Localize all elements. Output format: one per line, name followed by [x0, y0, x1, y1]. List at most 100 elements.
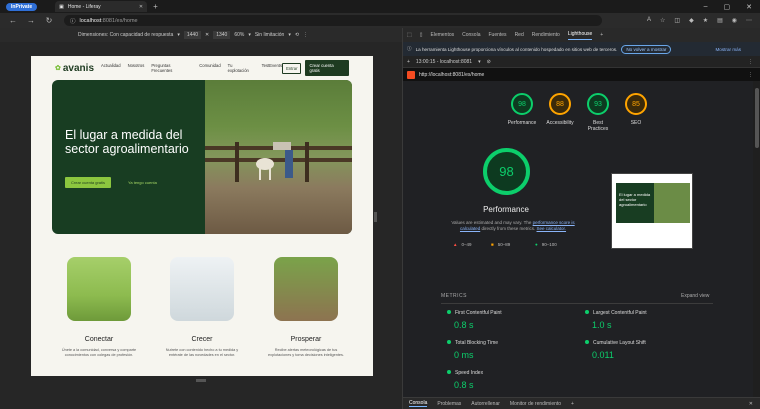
width-input[interactable]: 1440 [183, 31, 201, 39]
legend-average: ■ 50–89 [491, 242, 511, 247]
new-tab-icon[interactable]: + [153, 2, 158, 11]
metric-tbt: Total Blocking Time 0 ms [447, 340, 498, 360]
read-aloud-icon[interactable]: A [647, 17, 651, 24]
rotate-icon[interactable]: ⟲ [295, 32, 299, 38]
favorites-bar-icon[interactable]: ★ [703, 17, 708, 24]
lh-more-icon[interactable]: ⋮ [748, 59, 753, 65]
zoom-select[interactable]: 60% [234, 32, 244, 38]
drawer-tab-console[interactable]: Consola [409, 400, 428, 407]
tab-performance[interactable]: Rendimiento [532, 32, 560, 38]
menu-item-nosotros[interactable]: Nosotros [128, 63, 145, 73]
report-menu-icon[interactable]: ⋮ [748, 72, 753, 78]
feature-crecer: Crecer Nutrete con contenido hecho a tu … [162, 257, 242, 358]
info-icon[interactable]: ⓘ [70, 17, 76, 25]
forward-icon[interactable]: → [26, 16, 36, 25]
emulated-page: ✿ avanis Actualidad Nosotros Preguntas Fr… [31, 56, 373, 376]
feature-title: Conectar [84, 336, 114, 343]
hero-login-link[interactable]: Ya tengo cuenta [128, 180, 157, 185]
drawer-tab-autofill[interactable]: Autorrellenar [471, 401, 500, 407]
divider [441, 303, 713, 304]
leaf-icon: ✿ [55, 65, 61, 72]
menu-item-actualidad[interactable]: Actualidad [101, 63, 121, 73]
favorite-icon[interactable]: ☆ [660, 17, 665, 24]
browser-title-bar: InPrivate ▣ Home - Liferay ✕ + – ▢ ✕ [0, 0, 760, 13]
feature-conectar: Conectar Únete a la comunidad, conversa … [59, 257, 139, 358]
close-window-icon[interactable]: ✕ [746, 3, 752, 11]
menu-item-testevents[interactable]: TestEvents [262, 63, 282, 73]
device-more-icon[interactable]: ⋮ [303, 32, 308, 38]
menu-item-faq[interactable]: Preguntas Frecuentes [151, 63, 192, 73]
page-screenshot-thumbnail[interactable]: El lugar a medida del sector agroaliment… [611, 173, 693, 249]
lighthouse-report: 98 Performance 88 Accessibility 93 Best Pra… [403, 81, 753, 397]
report-url-bar: http://localhost:8081/es/home ⋮ [403, 68, 760, 81]
feature-text: Únete a la comunidad, conversa y compart… [61, 348, 137, 357]
site-logo[interactable]: ✿ avanis [55, 63, 94, 74]
add-tab-icon[interactable]: + [600, 32, 603, 38]
back-icon[interactable]: ← [8, 16, 18, 25]
url-path: :8081/es/home [101, 17, 138, 24]
devtools-drawer-tabs: Consola Problemas Autorrellenar Monitor … [403, 397, 760, 409]
calculator-link[interactable]: See calculator. [537, 226, 567, 231]
tab-console[interactable]: Consola [462, 32, 480, 38]
menu-item-comunidad[interactable]: Comunidad [199, 63, 220, 73]
metric-speed-index: Speed Index 0.8 s [447, 370, 483, 390]
report-select[interactable]: 13:00:15 - localhost:8081 [416, 59, 472, 65]
height-input[interactable]: 1340 [213, 31, 231, 39]
device-toolbar: Dimensiones: Con capacidad de respuesta ▾… [0, 28, 402, 42]
device-icon[interactable]: ▯ [420, 32, 423, 38]
extension-icon[interactable]: ◆ [689, 17, 694, 24]
devtools-panel: ⬚ ▯ Elementos Consola Fuentes Red Rendim… [402, 28, 760, 409]
farmer-field-image [67, 257, 131, 321]
url-host: localhost [79, 17, 102, 24]
report-scrollbar[interactable] [755, 88, 759, 148]
close-tab-icon[interactable]: ✕ [139, 4, 143, 10]
dimensions-select[interactable]: Dimensiones: Con capacidad de respuesta [78, 32, 173, 38]
resize-handle-right[interactable] [374, 212, 377, 222]
resize-handle-bottom[interactable] [196, 379, 206, 382]
inspect-icon[interactable]: ⬚ [407, 32, 412, 38]
inprivate-badge[interactable]: InPrivate [6, 2, 38, 11]
address-bar-row: ← → ↻ ⓘ localhost:8081/es/home A ☆ ◫ ◆ ★… [0, 13, 760, 28]
tab-elements[interactable]: Elementos [431, 32, 455, 38]
expand-view-button[interactable]: Expand view [681, 293, 709, 299]
feature-text: Recibe alertas meteorológicas de tus exp… [268, 348, 344, 357]
menu-item-explotacion[interactable]: Tu explotación [228, 63, 255, 73]
values-note: Values are estimated and may vary. The p… [451, 220, 575, 231]
tab-lighthouse[interactable]: Lighthouse [567, 31, 593, 40]
collections-icon[interactable]: ▤ [717, 17, 723, 24]
menu-icon[interactable]: ⋯ [746, 17, 752, 24]
split-icon[interactable]: ◫ [674, 17, 680, 24]
throttle-select[interactable]: Sin limitación [255, 32, 284, 38]
drawer-tab-perf-monitor[interactable]: Monitor de rendimiento [510, 401, 561, 407]
show-more-link[interactable]: Mostrar más [715, 47, 741, 52]
url-input[interactable]: ⓘ localhost:8081/es/home [64, 15, 602, 26]
performance-gauge: 98 [483, 148, 530, 195]
browser-tab[interactable]: ▣ Home - Liferay ✕ [55, 1, 148, 12]
refresh-icon[interactable]: ↻ [44, 16, 54, 25]
drawer-add-icon[interactable]: + [571, 401, 574, 407]
notice-text: La herramienta Lighthouse proporciona ví… [415, 46, 618, 52]
third-party-notice: ⓘ La herramienta Lighthouse proporciona … [403, 42, 760, 56]
copilot-icon[interactable]: ◉ [732, 17, 737, 24]
drawer-close-icon[interactable]: ✕ [749, 401, 753, 407]
enter-button[interactable]: Entrar [282, 62, 302, 74]
tab-network[interactable]: Red [515, 32, 524, 38]
drawer-tab-issues[interactable]: Problemas [437, 401, 461, 407]
tab-sources[interactable]: Fuentes [488, 32, 506, 38]
hero-create-button[interactable]: Crear cuenta gratis [65, 177, 112, 188]
metrics-label: METRICS [441, 293, 467, 299]
score-seo[interactable]: 85 SEO [611, 93, 661, 126]
dont-show-again-button[interactable]: No volver a mostrar [621, 44, 672, 54]
legend-good: ● 90–100 [535, 242, 557, 247]
feature-title: Prosperar [290, 336, 322, 343]
hero-banner: El lugar a medida del sector agroaliment… [52, 80, 352, 234]
hero-title: El lugar a medida del sector agroaliment… [65, 128, 189, 156]
site-menu: Actualidad Nosotros Preguntas Frecuentes… [101, 63, 282, 73]
farmers-image [274, 257, 338, 321]
add-report-icon[interactable]: + [407, 59, 410, 65]
minimize-icon[interactable]: – [704, 3, 708, 11]
maximize-icon[interactable]: ▢ [724, 3, 731, 11]
clear-icon[interactable]: ⊘ [487, 59, 491, 65]
create-account-button[interactable]: Crear cuenta gratis [305, 60, 349, 76]
metric-fcp: First Contentful Paint 0.8 s [447, 310, 502, 330]
